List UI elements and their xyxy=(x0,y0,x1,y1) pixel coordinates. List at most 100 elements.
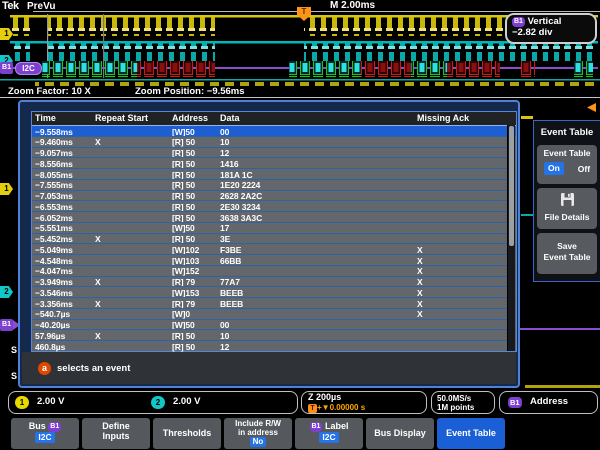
ch1-scale-value: 2.00 V xyxy=(37,396,64,407)
table-row[interactable]: −4.047ms[W]152X xyxy=(32,265,516,276)
zoom-view-top-line xyxy=(0,97,600,98)
b1-chip: B1 xyxy=(48,422,61,432)
bus-word: Bus xyxy=(29,421,46,431)
zoom-ch1-marker: 1 xyxy=(0,183,13,195)
table-row[interactable]: −4.548ms[W]10366BBX xyxy=(32,254,516,265)
table-row[interactable]: −9.460msX[R] 5010 xyxy=(32,136,516,147)
menu-define-inputs-button[interactable]: Define Inputs xyxy=(82,418,150,449)
menu-include-rw-button[interactable]: Include R/W in address No xyxy=(224,418,292,449)
label-word: Label xyxy=(325,421,349,431)
table-row[interactable]: −3.949msX[R] 7977A7X xyxy=(32,276,516,287)
table-row[interactable]: −8.055ms[R] 50181A 1C xyxy=(32,168,516,179)
table-row[interactable]: −6.052ms[R] 503638 3A3C xyxy=(32,211,516,222)
oscilloscope-screen: Tek PreVu M 2.00ms T xyxy=(0,0,600,450)
table-row[interactable]: −9.057ms[R] 5012 xyxy=(32,147,516,158)
file-details-label: File Details xyxy=(537,212,597,222)
define-line1: Define xyxy=(82,418,150,431)
bus-type-chip: I2C xyxy=(35,432,54,443)
trigger-t-icon: T xyxy=(308,404,317,413)
zoom-scale-readout: Z 200µs xyxy=(308,392,341,402)
col-data: Data xyxy=(220,113,240,123)
b1-chip: B1 xyxy=(508,397,522,408)
zoom-position: Zoom Position: −9.56ms xyxy=(135,86,245,97)
table-row[interactable]: −5.049ms[W]102F3BEX xyxy=(32,243,516,254)
table-row[interactable]: −3.356msX[R] 79BEEBX xyxy=(32,297,516,308)
menu-thresholds-button[interactable]: Thresholds xyxy=(153,418,221,449)
toggle-off[interactable]: Off xyxy=(578,164,590,174)
include-line2: in address xyxy=(224,428,292,437)
bus-i2c-label: I2C xyxy=(15,62,42,75)
hidden-label-s1: S xyxy=(11,345,17,355)
ch1-badge: 1 xyxy=(15,396,29,409)
col-missing-ack: Missing Ack xyxy=(417,113,469,123)
define-line2: Inputs xyxy=(82,431,150,441)
sample-rate-box: 50.0MS/s 1M points xyxy=(431,391,495,414)
vertical-position-badge: B1 Vertical −2.82 div xyxy=(505,13,597,44)
menu-bus-button[interactable]: Bus B1 I2C xyxy=(11,418,79,449)
stray-trace-bottom xyxy=(525,385,600,388)
sample-rate: 50.0MS/s xyxy=(437,394,471,403)
table-row[interactable]: −5.551ms[W]5017 xyxy=(32,222,516,233)
stray-bus-trace xyxy=(520,328,600,330)
save-event-table-button[interactable]: Save Event Table xyxy=(537,233,597,274)
dialog-footer: a selects an event xyxy=(22,352,516,384)
delay-value: +▼0.00000 s xyxy=(317,403,365,412)
ch2-scale-value: 2.00 V xyxy=(173,396,200,407)
scrollbar-thumb[interactable] xyxy=(509,126,514,246)
table-row[interactable]: −7.555ms[R] 501E20 2224 xyxy=(32,179,516,190)
stray-ch1-trace xyxy=(521,116,533,119)
menu-event-table-button[interactable]: Event Table xyxy=(437,418,505,449)
expand-point-icon xyxy=(587,103,596,112)
toggle-on[interactable]: On xyxy=(544,162,564,175)
menu-bus-display-button[interactable]: Bus Display xyxy=(366,418,434,449)
table-row[interactable]: −9.558ms[W]5000 xyxy=(32,125,516,136)
table-row[interactable]: −8.556ms[R] 501416 xyxy=(32,157,516,168)
table-row[interactable]: −6.553ms[R] 502E30 3234 xyxy=(32,200,516,211)
zoom-factor: Zoom Factor: 10 X xyxy=(8,86,91,97)
save-line1: Save xyxy=(537,241,597,252)
table-row[interactable]: 57.96µsX[R] 5010 xyxy=(32,329,516,340)
event-rows: −9.558ms[W]5000−9.460msX[R] 5010−9.057ms… xyxy=(32,125,516,351)
record-length: 1M points xyxy=(437,403,474,412)
zoom-bus-marker: B1 xyxy=(0,319,13,331)
table-row[interactable]: −40.20µs[W]5000 xyxy=(32,319,516,330)
file-details-button[interactable]: File Details xyxy=(537,188,597,229)
vertical-badge-label: Vertical xyxy=(528,16,562,27)
side-menu-title: Event Table xyxy=(534,127,600,138)
table-row[interactable]: −3.546ms[W]153BEEBX xyxy=(32,286,516,297)
event-table-toggle-button[interactable]: Event Table On Off xyxy=(537,145,597,184)
table-row[interactable]: 460.8µs [R] 50 12 xyxy=(32,340,516,351)
bus-display-label: Bus Display xyxy=(366,418,434,449)
table-row[interactable]: −5.452msX[R] 503E xyxy=(32,233,516,244)
event-table: Time Repeat Start Address Data Missing A… xyxy=(31,111,517,352)
toggle-label: Event Table xyxy=(537,145,597,158)
floppy-disk-icon xyxy=(560,192,575,207)
stray-ch2-trace xyxy=(521,214,533,216)
table-cell: 460.8µs xyxy=(35,342,65,352)
label-value-chip: I2C xyxy=(319,432,338,443)
table-row[interactable]: −540.7µs[W]0X xyxy=(32,308,516,319)
table-cell: [R] 50 xyxy=(172,342,195,352)
save-line2: Event Table xyxy=(537,252,597,263)
event-table-label: Event Table xyxy=(437,418,505,449)
trigger-delay-readout: T+▼0.00000 s xyxy=(308,403,365,413)
zoom-ch2-marker: 2 xyxy=(0,286,13,298)
side-menu-panel: Event Table Event Table On Off File Deta… xyxy=(533,120,600,282)
bus-trigger-box: B1 Address xyxy=(499,391,598,414)
timebase-readout: M 2.00ms xyxy=(330,0,375,11)
multipurpose-knob-a-icon: a xyxy=(38,362,51,375)
event-table-dialog: Time Repeat Start Address Data Missing A… xyxy=(18,100,520,388)
table-row[interactable]: −7.053ms[R] 502628 2A2C xyxy=(32,190,516,201)
menu-label-button[interactable]: B1 Label I2C xyxy=(295,418,363,449)
thresholds-label: Thresholds xyxy=(153,418,221,449)
channel-readout-box: 1 2.00 V 2 2.00 V xyxy=(8,391,298,414)
tek-logo: Tek xyxy=(2,0,19,12)
include-value-chip: No xyxy=(250,437,267,447)
table-scrollbar[interactable] xyxy=(507,125,515,351)
hidden-label-s2: S xyxy=(11,371,17,381)
bus-trigger-readout: Address xyxy=(530,396,568,407)
col-address: Address xyxy=(172,113,208,123)
footer-hint-text: selects an event xyxy=(57,363,130,374)
table-cell: 12 xyxy=(220,342,229,352)
include-line1: Include R/W xyxy=(224,418,292,428)
